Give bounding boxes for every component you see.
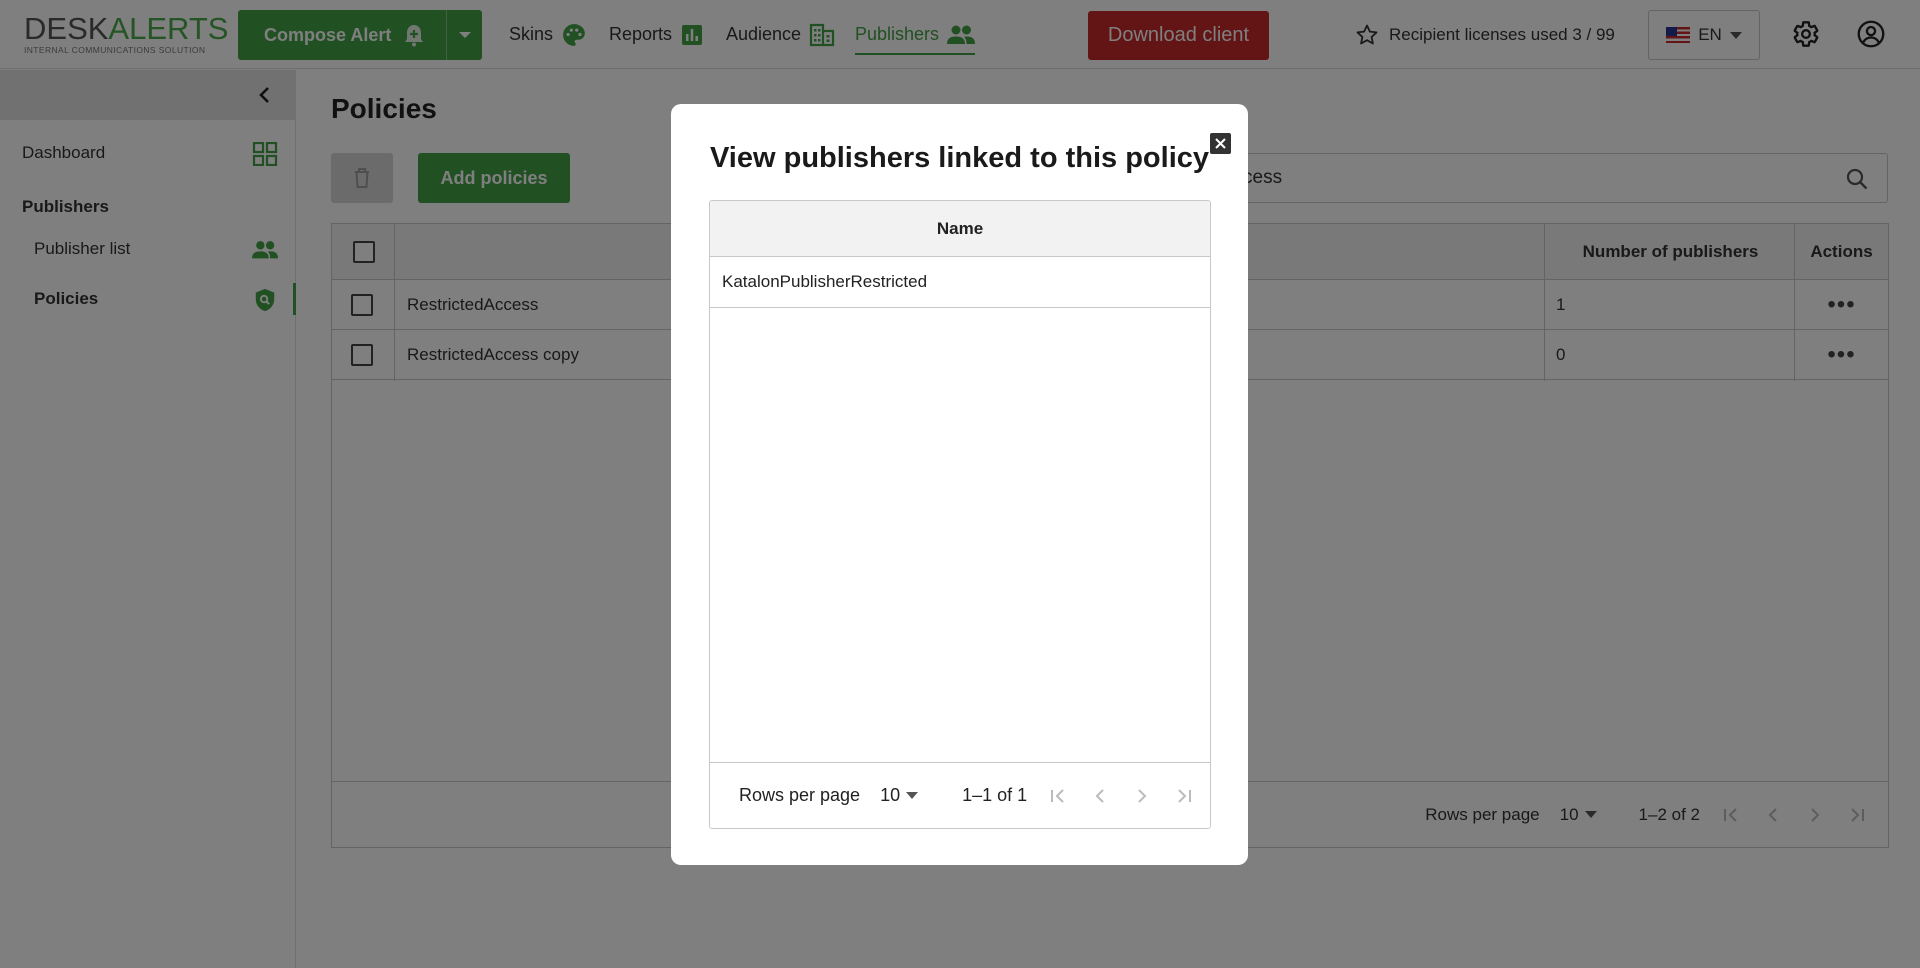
caret-down-icon xyxy=(906,792,919,799)
first-page-icon[interactable] xyxy=(1047,785,1069,807)
last-page-icon[interactable] xyxy=(1173,785,1195,807)
rows-per-page-value: 10 xyxy=(880,785,901,805)
close-icon xyxy=(1215,138,1226,149)
column-header-name[interactable]: Name xyxy=(710,201,1210,257)
dialog-title: View publishers linked to this policy xyxy=(709,142,1210,174)
chevron-left-icon[interactable] xyxy=(1089,785,1111,807)
pagination-controls xyxy=(1047,785,1195,807)
pagination-range: 1–1 of 1 xyxy=(962,785,1028,805)
dialog-pagination: Rows per page 10 1–1 of 1 xyxy=(710,762,1210,828)
table-row[interactable]: KatalonPublisherRestricted xyxy=(710,257,1210,308)
rows-per-page-label: Rows per page xyxy=(739,785,861,805)
publisher-name: KatalonPublisherRestricted xyxy=(722,272,928,291)
column-header-name-label: Name xyxy=(936,218,984,238)
chevron-right-icon[interactable] xyxy=(1131,785,1153,807)
rows-per-page-select[interactable]: 10 xyxy=(880,785,919,806)
linked-publishers-dialog: View publishers linked to this policy Na… xyxy=(671,104,1248,865)
linked-publishers-table: Name KatalonPublisherRestricted Rows per… xyxy=(709,200,1211,829)
close-button[interactable] xyxy=(1210,133,1231,154)
